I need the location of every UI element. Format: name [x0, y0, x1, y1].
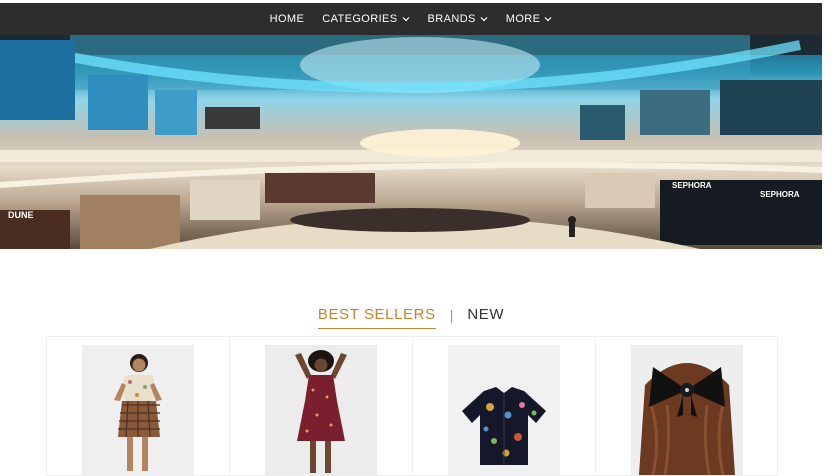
- hero-banner-mall-image: SEPHORA SEPHORA DUNE: [0, 35, 822, 249]
- tab-new[interactable]: NEW: [467, 306, 504, 328]
- tab-separator: |: [449, 306, 454, 323]
- nav-categories-label: CATEGORIES: [322, 13, 398, 25]
- sign-sephora-1: SEPHORA: [672, 181, 712, 190]
- hero-illustration: SEPHORA SEPHORA DUNE: [0, 35, 822, 249]
- nav-brands[interactable]: BRANDS: [419, 13, 497, 25]
- chevron-down-icon: [480, 17, 488, 22]
- nav-brands-label: BRANDS: [427, 13, 476, 25]
- product-card[interactable]: [595, 336, 778, 476]
- top-navbar: HOME CATEGORIES BRANDS MORE: [0, 3, 822, 35]
- nav-categories[interactable]: CATEGORIES: [313, 13, 418, 25]
- sign-dune: DUNE: [8, 210, 34, 220]
- sign-sephora-2: SEPHORA: [760, 190, 800, 199]
- product-image: [448, 345, 560, 475]
- product-grid: [46, 336, 778, 476]
- product-image: [630, 345, 743, 475]
- nav-home[interactable]: HOME: [261, 13, 314, 25]
- chevron-down-icon: [544, 17, 552, 22]
- product-card[interactable]: [46, 336, 229, 476]
- chevron-down-icon: [402, 17, 409, 22]
- nav-home-label: HOME: [269, 13, 305, 25]
- product-image: [265, 345, 377, 475]
- product-image: [82, 345, 194, 475]
- product-card[interactable]: [412, 336, 595, 476]
- product-tabs: BEST SELLERS | NEW: [0, 302, 822, 332]
- nav-more-label: MORE: [505, 13, 541, 25]
- product-card[interactable]: [229, 336, 412, 476]
- tab-best-sellers[interactable]: BEST SELLERS: [317, 306, 436, 329]
- nav-more[interactable]: MORE: [497, 13, 562, 25]
